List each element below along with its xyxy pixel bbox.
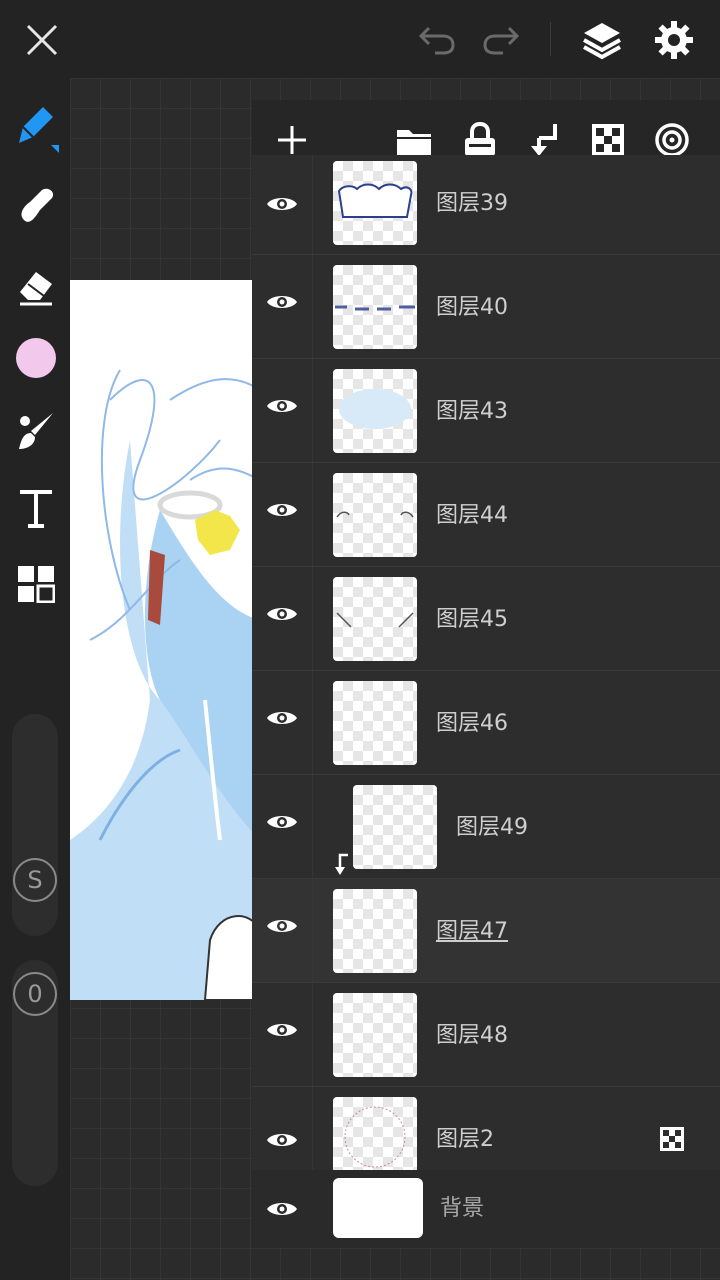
layer-thumbnail xyxy=(333,369,417,453)
eye-icon[interactable] xyxy=(266,1198,298,1220)
eye-icon[interactable] xyxy=(266,603,298,625)
artwork-canvas[interactable] xyxy=(70,280,260,1000)
layer-name: 图层49 xyxy=(456,815,528,840)
eye-icon[interactable] xyxy=(266,1019,298,1041)
layer-thumbnail xyxy=(333,265,417,349)
layer-thumbnail xyxy=(333,993,417,1077)
layer-row-selected[interactable]: 图层47 xyxy=(252,879,720,983)
toolbar-divider xyxy=(550,22,551,56)
layer-name: 图层48 xyxy=(436,1023,508,1048)
pen-icon[interactable] xyxy=(12,102,60,154)
layer-row[interactable]: 图层46 xyxy=(252,671,720,775)
layer-row[interactable]: 图层48 xyxy=(252,983,720,1087)
layers-icon[interactable] xyxy=(578,16,626,64)
layer-row[interactable]: 图层40 xyxy=(252,255,720,359)
text-icon[interactable] xyxy=(12,484,60,532)
top-toolbar xyxy=(0,0,720,78)
layer-thumbnail xyxy=(333,681,417,765)
layer-row[interactable]: 图层43 xyxy=(252,359,720,463)
redo-icon[interactable] xyxy=(478,20,524,60)
layer-thumbnail xyxy=(333,889,417,973)
background-thumbnail xyxy=(333,1178,423,1238)
layer-thumbnail xyxy=(333,1097,417,1170)
layer-thumbnail xyxy=(333,161,417,245)
tool-sidebar: S 0 xyxy=(0,78,70,1280)
settings-icon[interactable] xyxy=(650,16,698,64)
eye-icon[interactable] xyxy=(266,811,298,833)
undo-icon[interactable] xyxy=(414,20,460,60)
alpha-lock-badge-icon xyxy=(660,1127,684,1151)
artwork-illustration xyxy=(70,369,260,1000)
brush-icon[interactable] xyxy=(12,408,60,456)
layer-name: 图层40 xyxy=(436,295,508,320)
color-swatch[interactable] xyxy=(12,334,60,382)
background-layer-name: 背景 xyxy=(440,1196,485,1221)
eye-icon[interactable] xyxy=(266,1129,298,1151)
layer-name: 图层43 xyxy=(436,399,508,424)
layers-panel: 图层39 图层40 图层43 图层44 图层45 图层46 图层49 图层47 … xyxy=(252,100,720,1248)
layer-name: 图层39 xyxy=(436,191,508,216)
layer-name: 图层47 xyxy=(436,919,508,944)
gallery-icon[interactable] xyxy=(12,560,60,608)
layer-row[interactable]: 图层44 xyxy=(252,463,720,567)
eye-icon[interactable] xyxy=(266,291,298,313)
layer-name: 图层44 xyxy=(436,503,508,528)
opacity-label: 0 xyxy=(13,972,57,1016)
eye-icon[interactable] xyxy=(266,193,298,215)
layer-row[interactable]: 图层45 xyxy=(252,567,720,671)
eraser-icon[interactable] xyxy=(12,262,60,310)
clip-indicator-icon xyxy=(335,853,348,875)
layer-row[interactable]: 图层39 xyxy=(252,155,720,255)
layer-row[interactable]: 图层49 xyxy=(252,775,720,879)
layer-thumbnail xyxy=(353,785,437,869)
eye-icon[interactable] xyxy=(266,499,298,521)
layer-thumbnail xyxy=(333,577,417,661)
close-icon[interactable] xyxy=(20,18,64,62)
brush-size-label: S xyxy=(13,858,57,902)
layer-thumbnail xyxy=(333,473,417,557)
smudge-icon[interactable] xyxy=(12,182,60,230)
layer-row[interactable]: 图层2 xyxy=(252,1087,720,1171)
layer-name: 图层45 xyxy=(436,607,508,632)
layer-name: 图层46 xyxy=(436,711,508,736)
eye-icon[interactable] xyxy=(266,707,298,729)
layer-name: 图层2 xyxy=(436,1127,494,1152)
brush-size-slider[interactable] xyxy=(12,714,58,936)
background-layer-row[interactable]: 背景 xyxy=(252,1170,720,1248)
eye-icon[interactable] xyxy=(266,915,298,937)
eye-icon[interactable] xyxy=(266,395,298,417)
